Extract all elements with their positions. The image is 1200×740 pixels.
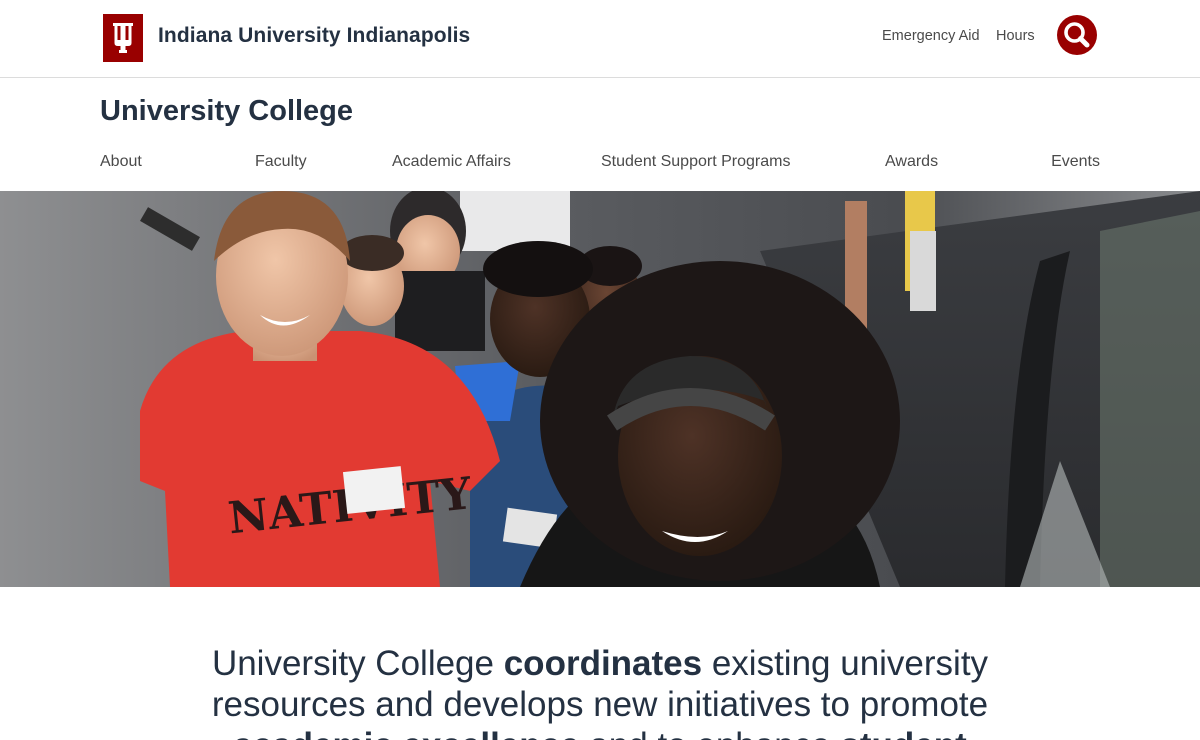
- site-title[interactable]: University College: [100, 95, 353, 128]
- nav-item-student-support-programs[interactable]: Student Support Programs: [601, 153, 790, 171]
- intro-bold-coordinates: coordinates: [503, 644, 703, 683]
- intro-text-3: and to enhance: [580, 726, 841, 740]
- nav-item-awards[interactable]: Awards: [885, 153, 938, 171]
- nav-item-academic-affairs[interactable]: Academic Affairs: [392, 153, 511, 171]
- university-name-link[interactable]: Indiana University Indianapolis: [158, 24, 470, 48]
- intro-bold-academic-excellence: academic excellence: [233, 726, 579, 740]
- hero-image: NATIVITY: [0, 191, 1200, 587]
- nav-item-about[interactable]: About: [100, 153, 142, 171]
- intro-statement: University College coordinates existing …: [150, 643, 1050, 740]
- nav-item-events[interactable]: Events: [1051, 153, 1100, 171]
- search-icon: [1057, 15, 1097, 55]
- intro-bold-student: student: [840, 726, 966, 740]
- nav-item-faculty[interactable]: Faculty: [255, 153, 307, 171]
- search-button[interactable]: [1057, 15, 1097, 55]
- iu-trident-icon[interactable]: [103, 14, 143, 62]
- students-on-escalator-photo: NATIVITY: [0, 191, 1200, 587]
- intro-text-1: University College: [211, 644, 504, 683]
- emergency-aid-link[interactable]: Emergency Aid: [882, 28, 980, 44]
- hours-link[interactable]: Hours: [996, 28, 1035, 44]
- main-navigation: About Faculty Academic Affairs Student S…: [100, 153, 1100, 175]
- global-header: Indiana University Indianapolis Emergenc…: [0, 0, 1200, 78]
